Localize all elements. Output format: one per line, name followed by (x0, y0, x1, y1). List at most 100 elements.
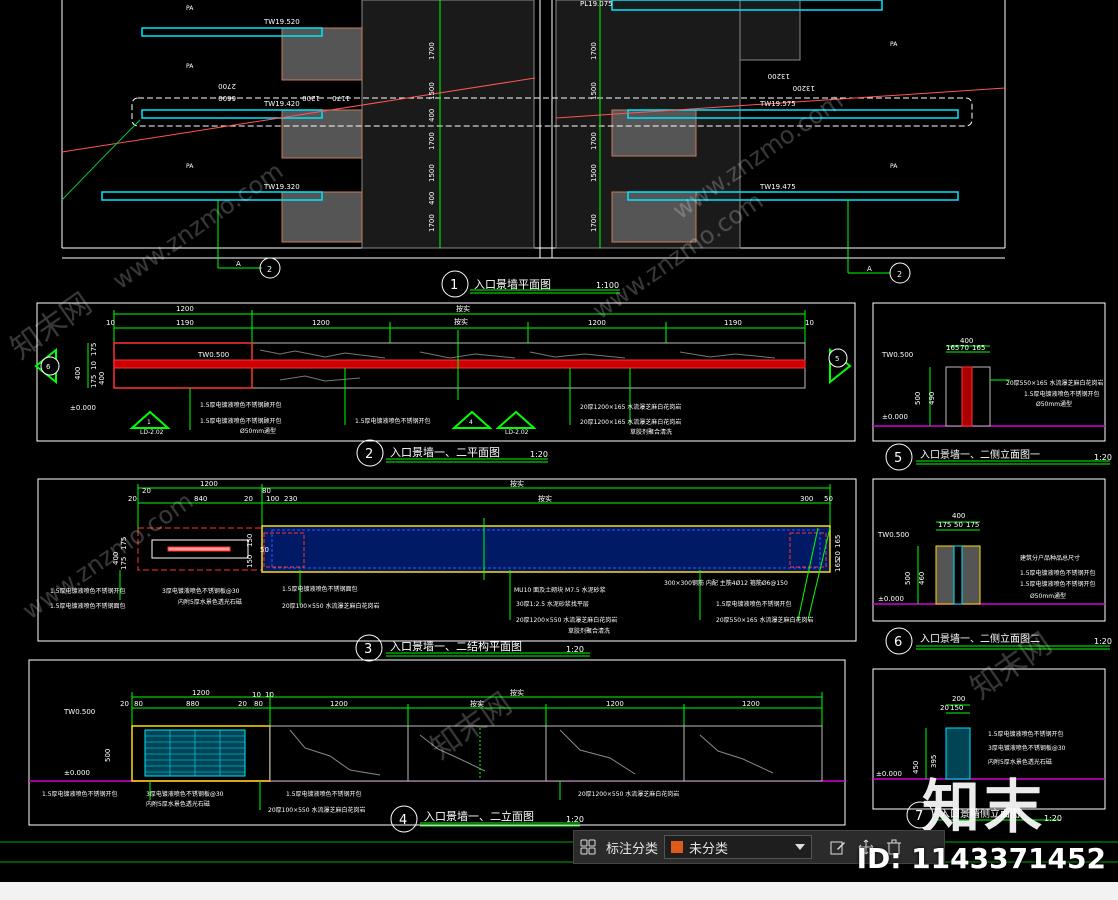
title-2-num: 2 (365, 447, 373, 462)
svg-text:TW0.500: TW0.500 (197, 351, 229, 359)
panel-5-dims: 400 165 70 165 500 490 TW0.500 ±0.000 20… (881, 337, 1103, 421)
svg-text:10: 10 (90, 361, 98, 370)
category-color-swatch (671, 841, 684, 853)
pa-label: PA (186, 5, 194, 12)
svg-text:175: 175 (90, 343, 98, 356)
svg-text:20: 20 (940, 704, 949, 712)
svg-text:1.5厚电镀液喷色不锈钢开包: 1.5厚电镀液喷色不锈钢开包 (42, 790, 118, 798)
pl-label: PL19.075 (580, 0, 613, 8)
svg-text:1500: 1500 (590, 164, 598, 182)
section-tag: A (236, 260, 241, 268)
svg-text:1.5厚电镀液喷色不锈钢面包: 1.5厚电镀液喷色不锈钢面包 (282, 585, 358, 593)
svg-text:80: 80 (262, 487, 271, 495)
svg-text:500: 500 (914, 392, 922, 405)
svg-text:Ø50mm通型: Ø50mm通型 (1036, 400, 1072, 408)
svg-text:400: 400 (952, 512, 965, 520)
svg-text:LD-2.02: LD-2.02 (140, 429, 164, 436)
svg-text:50: 50 (260, 546, 269, 554)
pa-label: PA (186, 63, 194, 70)
svg-text:20: 20 (120, 700, 129, 708)
svg-text:TW0.500: TW0.500 (877, 531, 909, 539)
svg-text:±0.000: ±0.000 (882, 413, 908, 421)
svg-text:MU10 面及土砌块 M7.5 水泥砂浆: MU10 面及土砌块 M7.5 水泥砂浆 (514, 586, 606, 594)
svg-text:±0.000: ±0.000 (70, 404, 96, 412)
svg-text:13200: 13200 (768, 72, 790, 80)
title-4-text: 入口景墙一、二立面图 (424, 809, 534, 823)
svg-text:1200: 1200 (330, 700, 348, 708)
svg-text:按实: 按实 (510, 688, 524, 697)
svg-text:100: 100 (266, 495, 279, 503)
svg-text:1.5厚电镀液喷色不锈钢顾开包: 1.5厚电镀液喷色不锈钢顾开包 (200, 417, 282, 425)
svg-text:1170: 1170 (332, 94, 350, 102)
watermark-id: ID: 1143371452 (856, 842, 1106, 875)
title-1-num: 1 (450, 278, 458, 293)
svg-text:880: 880 (186, 700, 199, 708)
title-2-scale: 1:20 (530, 450, 548, 459)
svg-text:20厚550×165 水流瀑芝麻白花岗岩: 20厚550×165 水流瀑芝麻白花岗岩 (1006, 379, 1103, 387)
title-5-text: 入口景墙一、二侧立面图一 (920, 448, 1040, 461)
svg-text:400: 400 (428, 109, 436, 122)
svg-text:13200: 13200 (793, 84, 815, 92)
svg-text:20厚1200×165 水流瀑芝麻白花岗岩: 20厚1200×165 水流瀑芝麻白花岗岩 (580, 418, 681, 426)
svg-text:6: 6 (46, 363, 51, 371)
svg-text:1.5厚电镀液喷色不锈钢开包: 1.5厚电镀液喷色不锈钢开包 (286, 790, 362, 798)
svg-text:1.5厚电镀液喷色不锈钢顾开包: 1.5厚电镀液喷色不锈钢顾开包 (200, 401, 282, 409)
svg-text:1700: 1700 (428, 132, 436, 150)
svg-text:1200: 1200 (200, 480, 218, 488)
title-5-num: 5 (894, 451, 902, 466)
svg-text:80: 80 (254, 700, 263, 708)
status-bar (0, 882, 1118, 900)
svg-text:2700: 2700 (218, 82, 236, 90)
svg-text:www.znzmo.com: www.znzmo.com (107, 157, 288, 295)
svg-text:490: 490 (928, 392, 936, 405)
svg-text:165: 165 (834, 559, 842, 572)
svg-text:165: 165 (972, 344, 985, 352)
title-3-num: 3 (364, 642, 372, 657)
svg-text:5: 5 (835, 355, 839, 363)
edit-icon[interactable] (824, 833, 852, 861)
svg-text:20厚1200×165 水流瀑芝麻白花岗岩: 20厚1200×165 水流瀑芝麻白花岗岩 (580, 403, 681, 411)
svg-text:内附5厚水景色透光石磁: 内附5厚水景色透光石磁 (146, 800, 210, 808)
svg-text:230: 230 (284, 495, 297, 503)
title-6-scale: 1:20 (1094, 637, 1112, 646)
svg-text:175: 175 (90, 375, 98, 388)
title-1-text: 入口景墙平面图 (474, 277, 551, 291)
grid-icon[interactable] (574, 833, 602, 861)
tw-label: TW19.420 (263, 100, 300, 108)
section-num: 2 (267, 265, 272, 274)
svg-text:70: 70 (960, 344, 969, 352)
svg-text:20厚550×165 水流瀑芝麻白花岗岩: 20厚550×165 水流瀑芝麻白花岗岩 (716, 616, 813, 624)
title-3-scale: 1:20 (566, 645, 584, 654)
svg-text:1200: 1200 (742, 700, 760, 708)
panel-6-dims: 400 175 50 175 500 460 TW0.500 ±0.000 建筑… (877, 512, 1096, 603)
svg-text:20: 20 (142, 487, 151, 495)
svg-text:3厚电镀液喷色不锈钢板@30: 3厚电镀液喷色不锈钢板@30 (146, 790, 224, 798)
svg-text:165: 165 (834, 535, 842, 548)
svg-text:20厚1200×550 水流瀑芝麻白花岗岩: 20厚1200×550 水流瀑芝麻白花岗岩 (578, 790, 679, 798)
svg-text:TW0.500: TW0.500 (881, 351, 913, 359)
pa-label: PA (890, 163, 898, 170)
svg-text:建筑分户品种品总尺寸: 建筑分户品种品总尺寸 (1020, 554, 1080, 562)
svg-text:20厚100×550 水流瀑芝麻白花岗岩: 20厚100×550 水流瀑芝麻白花岗岩 (282, 602, 379, 610)
svg-text:20: 20 (238, 700, 247, 708)
tw-label: TW19.575 (759, 100, 796, 108)
svg-text:1.5厚电镀液喷色不锈钢开包: 1.5厚电镀液喷色不锈钢开包 (355, 417, 431, 425)
svg-text:1190: 1190 (724, 319, 742, 327)
svg-text:20: 20 (244, 495, 253, 503)
svg-text:150: 150 (950, 704, 963, 712)
svg-text:20厚100×550 水流瀑芝麻白花岗岩: 20厚100×550 水流瀑芝麻白花岗岩 (268, 806, 365, 814)
svg-text:3厚电镀液喷色不锈钢板@30: 3厚电镀液喷色不锈钢板@30 (162, 587, 240, 595)
title-6-num: 6 (894, 635, 902, 650)
title-2-text: 入口景墙一、二平面图 (390, 445, 500, 459)
category-select[interactable]: 未分类 (664, 835, 813, 859)
svg-text:1.5厚电镀液喷色不锈钢开包: 1.5厚电镀液喷色不锈钢开包 (1024, 390, 1100, 398)
svg-text:460: 460 (918, 572, 926, 585)
svg-text:50: 50 (954, 521, 963, 529)
svg-text:1190: 1190 (176, 319, 194, 327)
category-select-value: 未分类 (689, 841, 729, 857)
svg-text:1500: 1500 (428, 164, 436, 182)
svg-text:按实: 按实 (454, 317, 468, 326)
chevron-down-icon (795, 844, 806, 850)
title-5-scale: 1:20 (1094, 453, 1112, 462)
svg-text:150: 150 (246, 555, 254, 568)
